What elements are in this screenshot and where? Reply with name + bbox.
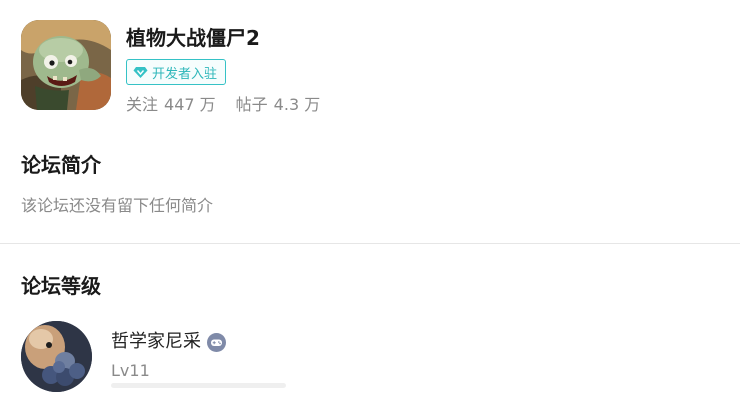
intro-section-title: 论坛简介 — [21, 153, 101, 177]
section-divider — [0, 243, 740, 244]
forum-app-icon — [21, 20, 111, 110]
forum-name: 植物大战僵尸2 — [126, 26, 260, 50]
user-name[interactable]: 哲学家尼采 — [111, 329, 201, 355]
level-section-title: 论坛等级 — [21, 274, 101, 298]
user-name-row: 哲学家尼采 — [111, 329, 226, 355]
posts-label: 帖子 — [235, 95, 268, 114]
diamond-icon — [133, 66, 148, 78]
user-avatar-image — [21, 321, 92, 392]
follow-label: 关注 — [126, 95, 159, 114]
intro-text: 该论坛还没有留下任何简介 — [21, 196, 214, 215]
follow-count: 447 万 — [164, 95, 216, 114]
developer-badge[interactable]: 开发者入驻 — [126, 59, 227, 85]
zombie-app-icon — [21, 20, 111, 110]
avatar[interactable] — [21, 321, 92, 392]
forum-stats: 关注 447 万帖子 4.3 万 — [126, 93, 326, 117]
posts-count: 4.3 万 — [273, 95, 321, 114]
user-level: Lv11 — [111, 361, 150, 380]
developer-badge-label: 开发者入驻 — [152, 66, 218, 82]
gamepad-icon — [207, 332, 226, 352]
level-progress-bar — [111, 383, 286, 388]
